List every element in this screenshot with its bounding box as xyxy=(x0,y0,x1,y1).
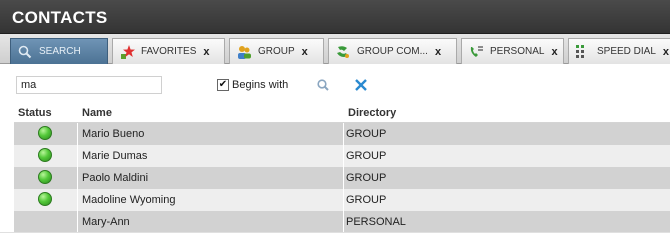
table-row[interactable]: Paolo Maldini GROUP xyxy=(14,167,670,189)
tab-speed-dial-close-icon[interactable]: x xyxy=(663,46,669,58)
column-divider xyxy=(343,145,344,167)
contact-name: Madoline Wyoming xyxy=(82,194,176,206)
tab-favorites[interactable]: FAVORITES x xyxy=(112,38,225,64)
contacts-table: Status Name Directory Mario Bueno GROUP … xyxy=(14,104,670,247)
clear-search-icon[interactable] xyxy=(352,76,370,94)
status-available-icon xyxy=(38,126,52,140)
column-divider xyxy=(343,167,344,189)
tab-search[interactable]: SEARCH xyxy=(10,38,108,64)
tab-favorites-label: FAVORITES xyxy=(141,46,197,57)
table-row[interactable]: Mario Bueno GROUP xyxy=(14,123,670,145)
tab-group-label: GROUP xyxy=(258,46,295,57)
contact-directory: GROUP xyxy=(346,128,387,140)
contact-directory: GROUP xyxy=(346,150,387,162)
begins-with-label: Begins with xyxy=(232,79,289,91)
tab-favorites-close-icon[interactable]: x xyxy=(203,46,209,58)
table-bottom-border xyxy=(0,232,670,233)
begins-with-checkbox[interactable]: ✔ xyxy=(217,79,229,91)
column-header-directory[interactable]: Directory xyxy=(348,107,396,119)
window-title: CONTACTS xyxy=(12,8,108,27)
status-available-icon xyxy=(38,148,52,162)
status-available-icon xyxy=(38,170,52,184)
title-bar: CONTACTS xyxy=(0,0,670,34)
tab-bar: SEARCH FAVORITES x GROUP x GROUP COM... … xyxy=(0,34,670,64)
table-row[interactable]: Mary-Ann PERSONAL xyxy=(14,211,670,233)
search-row: ✔ Begins with xyxy=(0,64,670,104)
table-row[interactable]: Madoline Wyoming GROUP xyxy=(14,189,670,211)
contact-directory: GROUP xyxy=(346,194,387,206)
contacts-window: CONTACTS SEARCH FAVORITES x GROUP x GROU… xyxy=(0,0,670,247)
column-header-name[interactable]: Name xyxy=(82,107,112,119)
search-input[interactable] xyxy=(16,76,162,94)
contact-name: Paolo Maldini xyxy=(82,172,149,184)
column-divider xyxy=(77,123,78,145)
column-divider xyxy=(77,189,78,211)
tab-personal[interactable]: PERSONAL x xyxy=(461,38,564,64)
tab-group-close-icon[interactable]: x xyxy=(302,46,308,58)
table-header: Status Name Directory xyxy=(14,104,670,123)
search-icon xyxy=(17,44,33,60)
tab-speed-dial-label: SPEED DIAL xyxy=(597,46,656,57)
tab-personal-close-icon[interactable]: x xyxy=(551,46,557,58)
contact-name: Mario Bueno xyxy=(82,128,145,140)
personal-phone-icon xyxy=(468,44,484,60)
tab-speed-dial[interactable]: SPEED DIAL x xyxy=(568,38,670,64)
contact-name: Marie Dumas xyxy=(82,150,148,162)
column-divider xyxy=(343,211,344,233)
keypad-icon xyxy=(575,44,591,60)
tab-group[interactable]: GROUP x xyxy=(229,38,324,64)
column-divider xyxy=(343,189,344,211)
column-divider xyxy=(77,145,78,167)
tab-personal-label: PERSONAL xyxy=(490,46,545,57)
group-common-icon xyxy=(335,44,351,60)
tab-group-common-label: GROUP COM... xyxy=(357,46,428,57)
status-available-icon xyxy=(38,192,52,206)
star-icon xyxy=(119,44,135,60)
tab-search-label: SEARCH xyxy=(39,46,81,57)
tab-group-common-close-icon[interactable]: x xyxy=(435,46,441,58)
contact-directory: PERSONAL xyxy=(346,216,406,228)
contact-name: Mary-Ann xyxy=(82,216,130,228)
column-divider xyxy=(77,167,78,189)
search-button-icon[interactable] xyxy=(314,76,332,94)
column-header-status[interactable]: Status xyxy=(18,107,52,119)
group-icon xyxy=(236,44,252,60)
column-divider xyxy=(77,211,78,233)
column-divider xyxy=(343,123,344,145)
contact-directory: GROUP xyxy=(346,172,387,184)
table-row[interactable]: Marie Dumas GROUP xyxy=(14,145,670,167)
tab-group-common[interactable]: GROUP COM... x xyxy=(328,38,457,64)
